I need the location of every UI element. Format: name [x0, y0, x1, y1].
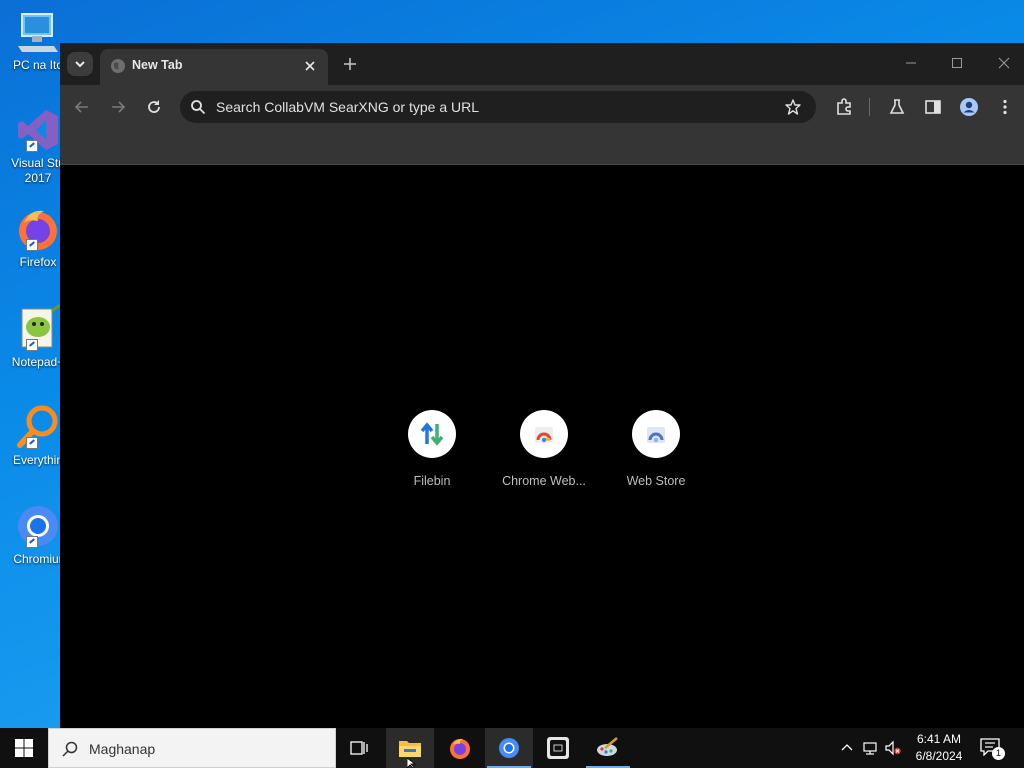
- kebab-menu-icon[interactable]: [995, 97, 1015, 117]
- visual-studio-icon: [14, 106, 62, 154]
- address-bar-placeholder: Search CollabVM SearXNG or type a URL: [216, 99, 479, 115]
- shortcut-tile-chrome-web-store[interactable]: Chrome Web...: [488, 410, 600, 488]
- chevron-down-icon: [75, 61, 85, 68]
- shortcut-label: Chrome Web...: [502, 474, 586, 488]
- chromium-icon: [14, 502, 62, 550]
- globe-icon: [111, 59, 125, 73]
- shortcut-icon-circle: [408, 410, 456, 458]
- taskbar-cpu-z[interactable]: [534, 728, 582, 768]
- windows-logo-icon: [15, 739, 33, 757]
- paint-icon: [597, 737, 618, 756]
- reload-icon[interactable]: [144, 97, 164, 117]
- bookmarks-bar: [60, 129, 1024, 165]
- cpu-z-icon: [547, 737, 569, 759]
- computer-icon: [14, 8, 62, 56]
- new-tab-page: Filebin Chrome Web... Web Store: [60, 165, 1024, 728]
- shortcut-icon-circle: [632, 410, 680, 458]
- search-icon: [191, 100, 206, 115]
- taskbar-search-text: Maghanap: [89, 741, 156, 757]
- firefox-icon: [450, 738, 470, 759]
- maximize-icon[interactable]: [949, 55, 965, 71]
- profile-avatar-icon[interactable]: [959, 97, 979, 117]
- desktop-icon-label: Firefox: [19, 255, 57, 269]
- bookmark-star-icon[interactable]: [784, 98, 802, 116]
- minimize-icon[interactable]: [903, 55, 919, 71]
- taskbar: Maghanap 6:41 AM 6/8/2024 1: [0, 728, 1024, 768]
- chromium-icon: [499, 738, 519, 758]
- tab-title: New Tab: [132, 58, 183, 72]
- task-view-button[interactable]: [336, 728, 384, 768]
- shortcut-arrow-icon: [26, 536, 38, 548]
- tab-strip: New Tab: [60, 43, 1024, 85]
- back-arrow-icon[interactable]: [72, 97, 92, 117]
- shortcut-tile-filebin[interactable]: Filebin: [376, 410, 488, 488]
- web-store-icon: [647, 427, 665, 443]
- chrome-web-store-icon: [535, 427, 553, 443]
- clock-time: 6:41 AM: [916, 732, 962, 746]
- filebin-arrows-icon: [420, 422, 444, 446]
- shortcut-icon-circle: [520, 410, 568, 458]
- taskbar-paint[interactable]: [584, 728, 632, 768]
- taskbar-chromium[interactable]: [485, 728, 533, 768]
- browser-toolbar: Search CollabVM SearXNG or type a URL: [60, 85, 1024, 129]
- browser-window: New Tab Search CollabVM SearXNG or type …: [60, 43, 1024, 728]
- taskbar-search-box[interactable]: Maghanap: [48, 728, 336, 768]
- volume-muted-icon[interactable]: [885, 740, 901, 756]
- search-icon: [62, 741, 78, 757]
- shortcut-arrow-icon: [26, 339, 38, 351]
- taskbar-firefox[interactable]: [436, 728, 484, 768]
- mouse-cursor-icon: [407, 758, 417, 768]
- shortcut-tile-web-store[interactable]: Web Store: [600, 410, 712, 488]
- side-panel-icon[interactable]: [923, 97, 943, 117]
- desktop-icon-label: PC na Ito: [12, 58, 64, 72]
- task-view-icon: [350, 741, 368, 755]
- shortcut-arrow-icon: [26, 239, 38, 251]
- tab-search-button[interactable]: [67, 52, 93, 76]
- desktop-icon-label: Everythin: [12, 453, 64, 467]
- toolbar-separator: [869, 98, 870, 116]
- labs-flask-icon[interactable]: [887, 97, 907, 117]
- notepad-plus-plus-icon: [14, 303, 62, 353]
- system-clock[interactable]: 6:41 AM 6/8/2024: [908, 731, 970, 765]
- extensions-puzzle-icon[interactable]: [834, 97, 854, 117]
- shortcut-arrow-icon: [26, 437, 38, 449]
- close-icon[interactable]: [302, 58, 318, 74]
- close-window-icon[interactable]: [996, 55, 1012, 71]
- chevron-up-icon[interactable]: [839, 740, 855, 756]
- everything-search-icon: [14, 403, 62, 451]
- shortcut-label: Web Store: [626, 474, 686, 488]
- forward-arrow-icon[interactable]: [108, 97, 128, 117]
- network-icon[interactable]: [862, 740, 878, 756]
- desktop-icon-label: Visual Stu 2017: [11, 156, 65, 185]
- shortcut-arrow-icon: [26, 140, 38, 152]
- action-center-button[interactable]: 1: [980, 738, 1005, 760]
- address-bar[interactable]: Search CollabVM SearXNG or type a URL: [180, 91, 816, 123]
- desktop-icon-label: Notepad+: [11, 355, 65, 369]
- notification-count-badge: 1: [992, 747, 1005, 760]
- clock-date: 6/8/2024: [915, 749, 963, 763]
- desktop-icon-label: Chromiur: [13, 552, 63, 566]
- shortcut-label: Filebin: [413, 474, 451, 488]
- tab-new-tab[interactable]: New Tab: [100, 49, 328, 85]
- start-button[interactable]: [0, 728, 48, 768]
- firefox-icon: [14, 205, 62, 253]
- file-explorer-icon: [399, 741, 421, 757]
- plus-icon[interactable]: [341, 55, 359, 73]
